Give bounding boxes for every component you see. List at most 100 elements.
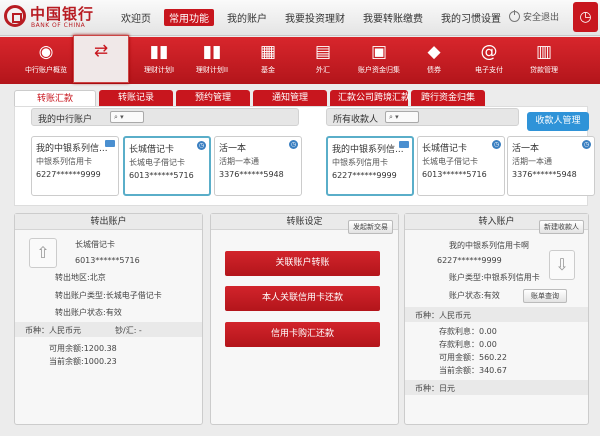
bond-icon: ◆	[427, 41, 441, 62]
nav-common-functions[interactable]: 常用功能	[164, 9, 214, 26]
back-button[interactable]: ◷	[573, 2, 598, 32]
payees-search[interactable]: ⌕ ▾	[385, 111, 419, 123]
in-currency-row: 币种：人民币元	[405, 307, 588, 322]
boc-logo-icon	[4, 5, 26, 27]
func-forex[interactable]: ▤ 外汇	[295, 37, 351, 84]
arrow-down-icon: ⇩	[549, 250, 575, 280]
tab-transfer-records[interactable]: 转账记录	[99, 90, 173, 106]
top-bar: 中国银行 BANK OF CHINA 欢迎页 常用功能 我的账户 我要投资理财 …	[0, 0, 600, 36]
my-accounts-title: 我的中行账户	[38, 115, 93, 125]
in-currency-jpy: 币种：日元	[415, 384, 455, 393]
credit-card-repay-button[interactable]: 本人关联信用卡还款	[225, 286, 380, 311]
out-status: 转出账户状态:有效	[55, 308, 122, 317]
in-card-number: 6227******9999	[437, 256, 502, 265]
tab-cross-border[interactable]: 汇款公司跨境汇款	[330, 90, 410, 106]
payee-card[interactable]: 我的中银系列信... 中银系列信用卡 6227******9999	[326, 136, 414, 196]
clock-icon: ◷	[582, 140, 591, 149]
payee-card[interactable]: 长城借记卡 ◷ 长城电子借记卡 6013******5716	[417, 136, 505, 196]
out-currency: 币种：人民币元	[25, 326, 81, 335]
func-epay[interactable]: @ 电子支付	[461, 37, 517, 84]
new-transaction-button[interactable]: 发起新交易	[348, 220, 393, 234]
arrow-up-icon: ⇧	[29, 238, 57, 268]
clock-icon: ◷	[492, 140, 501, 149]
out-current: 当前余额:1000.23	[49, 357, 117, 366]
out-account-title: 转出账户	[15, 214, 202, 230]
loan-icon: ▥	[535, 41, 553, 62]
payee-manage-button[interactable]: 收款人管理	[527, 112, 589, 131]
transfer-settings-panel: 转账设定 发起新交易 关联账户转账 本人关联信用卡还款 信用卡购汇还款	[210, 213, 399, 425]
chart-icon: ▮▮	[149, 41, 169, 62]
tab-bar: 转账汇款 转账记录 预约管理 通知管理 汇款公司跨境汇款 跨行资金归集	[14, 90, 485, 106]
payees-header: 所有收款人 ⌕ ▾	[326, 108, 519, 126]
out-currency-row: 币种：人民币元 钞/汇: -	[15, 322, 202, 337]
func-wealth-plan-1[interactable]: ▮▮ 理财计划I	[131, 37, 187, 84]
in-currency-jpy-row: 币种：日元	[405, 380, 588, 395]
func-fund[interactable]: ▦ 基金	[240, 37, 296, 84]
clock-icon: ◷	[197, 141, 206, 150]
func-transfer[interactable]: ⇄	[73, 35, 129, 83]
func-bond[interactable]: ◆ 债券	[406, 37, 462, 84]
tab-interbank-collect[interactable]: 跨行资金归集	[411, 90, 485, 106]
account-overview-icon: ◉	[38, 41, 54, 62]
my-accounts-search[interactable]: ⌕ ▾	[110, 111, 144, 123]
payees-title: 所有收款人	[333, 115, 379, 125]
my-accounts-header: 我的中行账户 ⌕ ▾	[31, 108, 299, 126]
my-account-card[interactable]: 长城借记卡 ◷ 长城电子借记卡 6013******5716	[123, 136, 211, 196]
tab-notifications[interactable]: 通知管理	[253, 90, 327, 106]
tab-transfer-remit[interactable]: 转账汇款	[14, 90, 96, 106]
out-account-panel: 转出账户 ⇧ 长城借记卡 6013******5716 转出地区:北京 转出账户…	[14, 213, 203, 425]
func-loan[interactable]: ▥ 贷款管理	[516, 37, 572, 84]
func-account-overview[interactable]: ◉ 中行账户概览	[18, 37, 74, 84]
logo-en: BANK OF CHINA	[31, 22, 86, 29]
func-fund-collect[interactable]: ▣ 账户资金归集	[351, 37, 407, 84]
nav-settings[interactable]: 我的习惯设置	[436, 9, 506, 26]
tab-scheduled[interactable]: 预约管理	[176, 90, 250, 106]
logo-cn: 中国银行	[30, 5, 95, 23]
in-type: 账户类型:中银系列信用卡	[449, 273, 540, 282]
in-card-name: 我的中银系列信用卡啊	[449, 241, 529, 250]
search-icon: ⌕ ▾	[389, 113, 399, 121]
in-loan-interest: 存款利息：0.00	[439, 340, 497, 349]
top-nav: 欢迎页 常用功能 我的账户 我要投资理财 我要转账缴费 我的习惯设置	[116, 9, 506, 26]
new-payee-button[interactable]: 新建收款人	[539, 220, 584, 234]
fund-collect-icon: ▣	[370, 41, 388, 62]
forex-repay-button[interactable]: 信用卡购汇还款	[225, 322, 380, 347]
in-current: 当前余额：340.67	[439, 366, 507, 375]
nav-transfer-pay[interactable]: 我要转账缴费	[358, 9, 428, 26]
logout-label: 安全退出	[523, 13, 560, 23]
func-wealth-plan-2[interactable]: ▮▮ 理财计划II	[184, 37, 240, 84]
payee-card[interactable]: 活一本 ◷ 活期一本通 3376******5948	[507, 136, 595, 196]
nav-invest[interactable]: 我要投资理财	[280, 9, 350, 26]
epay-icon: @	[480, 41, 498, 62]
transfer-icon: ⇄	[93, 40, 109, 61]
card-icon	[399, 141, 409, 148]
out-cash-remit: 钞/汇: -	[115, 326, 142, 335]
bank-logo[interactable]: 中国银行 BANK OF CHINA	[4, 3, 104, 33]
power-icon	[509, 10, 520, 22]
out-region: 转出地区:北京	[55, 273, 106, 282]
chart-icon: ▮▮	[202, 41, 222, 62]
nav-welcome[interactable]: 欢迎页	[116, 9, 156, 26]
my-accounts-section: 我的中行账户 ⌕ ▾ 我的中银系列信... 中银系列信用卡 6227******…	[31, 108, 302, 202]
my-account-card[interactable]: 活一本 ◷ 活期一本通 3376******5948	[214, 136, 302, 196]
out-card-name: 长城借记卡	[75, 240, 115, 249]
in-available: 可用金额：560.22	[439, 353, 507, 362]
logout-link[interactable]: 安全退出	[509, 10, 559, 23]
search-icon: ⌕ ▾	[114, 113, 124, 121]
function-icon-bar: ◉ 中行账户概览 ⇄ ▮▮ 理财计划I ▮▮ 理财计划II ▦ 基金 ▤ 外汇 …	[0, 35, 600, 84]
out-type: 转出账户类型:长城电子借记卡	[55, 291, 162, 300]
in-currency-rmb: 币种：人民币元	[415, 311, 471, 320]
linked-account-transfer-button[interactable]: 关联账户转账	[225, 251, 380, 276]
bill-query-button[interactable]: 账单查询	[523, 289, 567, 303]
clock-icon: ◷	[289, 140, 298, 149]
card-icon	[105, 140, 115, 147]
my-account-card[interactable]: 我的中银系列信... 中银系列信用卡 6227******9999	[31, 136, 119, 196]
fund-icon: ▦	[259, 41, 277, 62]
nav-my-account[interactable]: 我的账户	[222, 9, 272, 26]
in-account-panel: 转入账户 新建收款人 我的中银系列信用卡啊 6227******9999 账户类…	[404, 213, 589, 425]
out-available: 可用余额:1200.38	[49, 344, 117, 353]
forex-icon: ▤	[314, 41, 332, 62]
history-icon: ◷	[579, 9, 592, 25]
in-deposit-interest: 存款利息：0.00	[439, 327, 497, 336]
out-card-number: 6013******5716	[75, 256, 140, 265]
